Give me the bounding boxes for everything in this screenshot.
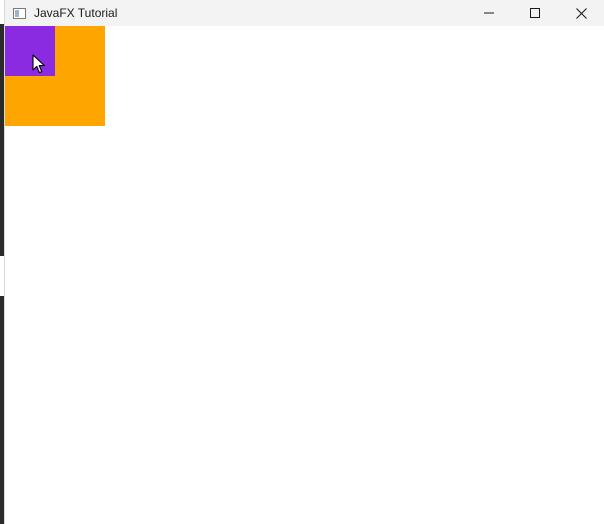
scene-content: [5, 26, 604, 524]
screen: JavaFX Tutorial: [0, 0, 604, 524]
mouse-pointer-icon: [32, 54, 45, 74]
close-icon: [575, 7, 587, 19]
purple-square[interactable]: [5, 26, 55, 76]
minimize-button[interactable]: [466, 0, 512, 26]
window-title: JavaFX Tutorial: [34, 6, 118, 20]
close-button[interactable]: [558, 0, 604, 26]
window-controls: [466, 0, 604, 26]
title-bar[interactable]: JavaFX Tutorial: [5, 0, 604, 26]
maximize-button[interactable]: [512, 0, 558, 26]
app-window: JavaFX Tutorial: [4, 0, 604, 524]
window-app-icon[interactable]: [13, 7, 26, 19]
maximize-icon: [530, 8, 540, 18]
minimize-icon: [484, 12, 494, 14]
